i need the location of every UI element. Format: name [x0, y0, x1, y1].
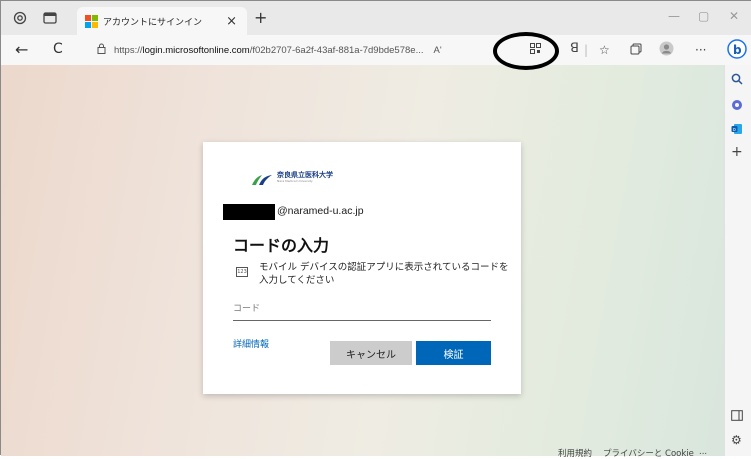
url-path: /f02b2707-6a2f-43af-881a-7d9bde578e...: [249, 44, 424, 56]
close-icon[interactable]: ✕: [729, 9, 739, 23]
outlook-icon[interactable]: o: [731, 123, 743, 138]
university-name: 奈良県立医科大学: [277, 170, 333, 179]
instruction-text: モバイル デバイスの認証アプリに表示されているコードを入力してください: [259, 262, 509, 286]
tab-close-icon[interactable]: ×: [226, 14, 237, 29]
code-input[interactable]: [233, 298, 491, 321]
lock-icon[interactable]: [97, 43, 106, 57]
tab-actions-icon[interactable]: [41, 9, 59, 27]
tab-signin[interactable]: アカウントにサインイン ×: [77, 7, 247, 35]
svg-text:o: o: [733, 127, 736, 133]
footer-more-link[interactable]: ...: [699, 447, 707, 457]
edge-sidebar: o + ⚙: [724, 65, 751, 456]
new-tab-icon[interactable]: +: [254, 8, 267, 27]
redaction-bar: [223, 204, 275, 220]
more-info-link[interactable]: 詳細情報: [233, 337, 269, 350]
microsoft-logo-icon: [85, 15, 98, 28]
page-content: 奈良県立医科大学 Nara Medical University @narame…: [1, 65, 724, 459]
address-bar[interactable]: https://login.microsoftonline.com/f02b27…: [91, 39, 511, 61]
page-title: コードの入力: [233, 236, 330, 255]
privacy-link[interactable]: プライバシーと Cookie: [603, 447, 694, 459]
maximize-icon[interactable]: ▢: [698, 9, 709, 23]
settings-icon[interactable]: ⚙: [731, 433, 742, 447]
signin-card: 奈良県立医科大学 Nara Medical University @narame…: [203, 142, 521, 394]
tab-title: アカウントにサインイン: [103, 17, 203, 28]
refresh-icon[interactable]: C: [53, 41, 63, 57]
extensions-icon[interactable]: ꓭ: [570, 41, 579, 56]
sidebar-toggle-icon[interactable]: [731, 410, 743, 424]
collections-icon[interactable]: [630, 43, 642, 58]
copilot-button-icon[interactable]: b: [727, 39, 747, 62]
favorites-icon[interactable]: ☆: [599, 43, 610, 57]
university-logo-icon: [251, 171, 273, 185]
address-row: ← C https://login.microsoftonline.com/f0…: [1, 35, 751, 66]
university-subname: Nara Medical University: [277, 178, 313, 183]
workspaces-icon[interactable]: [11, 9, 29, 27]
profile-avatar-icon[interactable]: [659, 41, 674, 59]
back-icon[interactable]: ←: [15, 40, 28, 59]
url-scheme: https://: [114, 44, 143, 56]
svg-text:b: b: [733, 43, 742, 57]
cancel-button[interactable]: キャンセル: [330, 341, 412, 365]
search-icon[interactable]: [731, 73, 743, 88]
toolbar-divider: |: [584, 43, 589, 57]
account-email: @naramed-u.ac.jp: [277, 205, 364, 217]
highlight-circle: [493, 32, 559, 70]
terms-link[interactable]: 利用規約: [558, 447, 592, 459]
copilot-icon[interactable]: [731, 99, 743, 114]
tab-bar: アカウントにサインイン × + — ▢ ✕: [1, 1, 751, 35]
browser-window: アカウントにサインイン × + — ▢ ✕ ← C https://login.…: [0, 0, 751, 459]
university-logo: 奈良県立医科大学 Nara Medical University: [251, 170, 333, 185]
authenticator-code-icon: 123: [236, 267, 248, 277]
more-menu-icon[interactable]: ···: [695, 43, 706, 57]
add-icon[interactable]: +: [731, 144, 743, 160]
minimize-icon[interactable]: —: [668, 9, 680, 23]
verify-button[interactable]: 検証: [416, 341, 491, 365]
read-aloud-icon[interactable]: Aʹ: [434, 45, 442, 56]
url-host: login.microsoftonline.com: [142, 44, 250, 56]
